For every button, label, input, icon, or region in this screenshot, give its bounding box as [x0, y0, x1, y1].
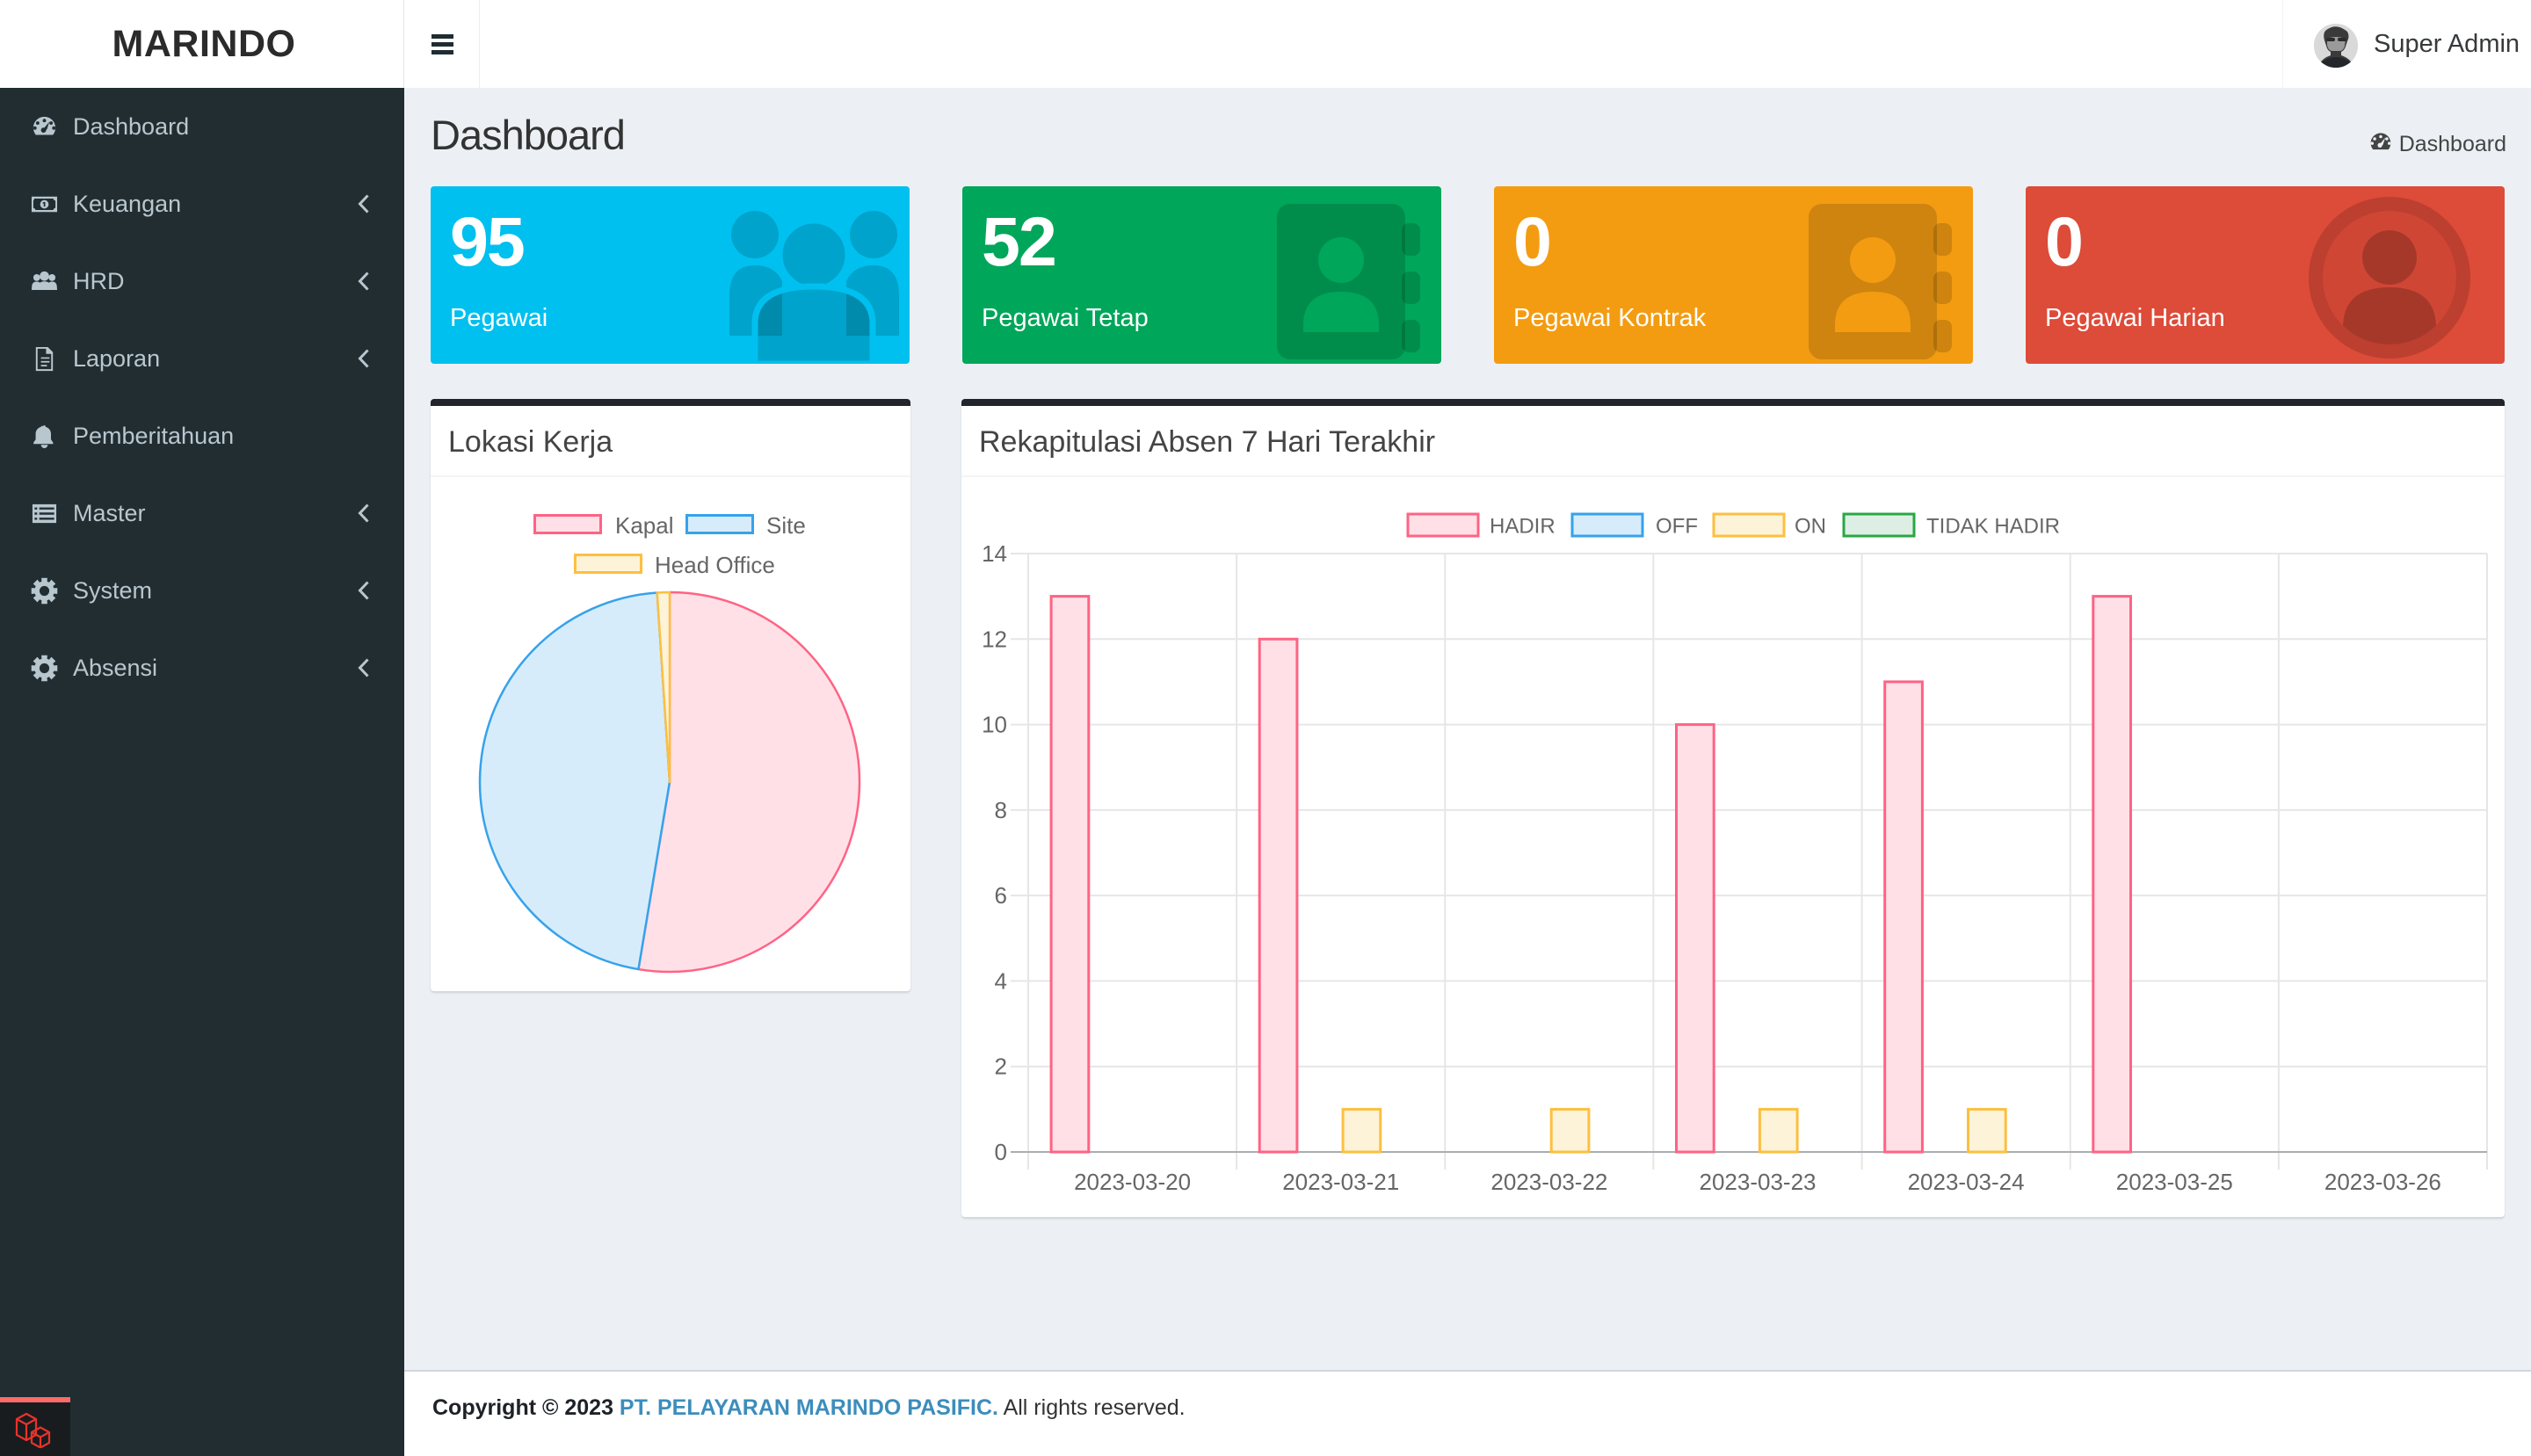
svg-text:2023-03-21: 2023-03-21	[1282, 1169, 1399, 1195]
svg-text:10: 10	[982, 712, 1007, 738]
svg-text:6: 6	[995, 882, 1007, 909]
svg-text:2023-03-20: 2023-03-20	[1074, 1169, 1191, 1195]
svg-text:14: 14	[982, 540, 1007, 567]
svg-text:2023-03-24: 2023-03-24	[1908, 1169, 2025, 1195]
svg-text:2023-03-23: 2023-03-23	[1700, 1169, 1817, 1195]
svg-text:2023-03-22: 2023-03-22	[1490, 1169, 1607, 1195]
svg-text:4: 4	[995, 967, 1007, 994]
svg-text:2023-03-25: 2023-03-25	[2116, 1169, 2233, 1195]
svg-text:8: 8	[995, 797, 1007, 823]
svg-text:ON: ON	[1795, 515, 1826, 539]
svg-text:0: 0	[995, 1139, 1007, 1165]
svg-text:12: 12	[982, 626, 1007, 652]
svg-text:2: 2	[995, 1054, 1007, 1080]
svg-text:2023-03-26: 2023-03-26	[2324, 1169, 2441, 1195]
svg-text:TIDAK HADIR: TIDAK HADIR	[1926, 515, 2060, 539]
svg-text:OFF: OFF	[1656, 515, 1698, 539]
svg-text:HADIR: HADIR	[1490, 515, 1556, 539]
